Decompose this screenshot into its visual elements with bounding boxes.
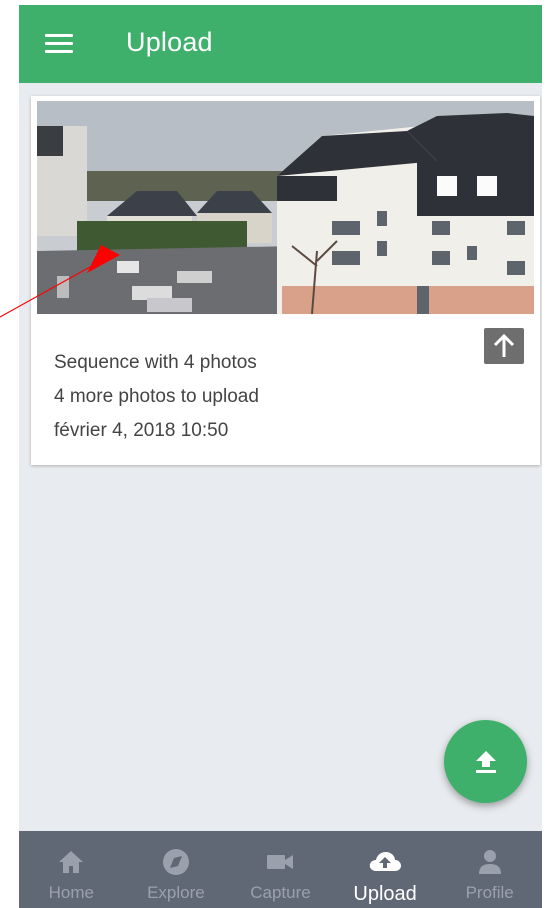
street-photo-image [37,101,534,314]
sequence-count-text: Sequence with 4 photos [54,352,257,373]
upload-all-fab[interactable] [444,720,527,803]
nav-label-upload: Upload [353,883,417,905]
home-icon [59,851,84,873]
app-screen: Upload Sequence with 4 photos 4 more pho… [19,5,542,908]
upload-icon [475,750,496,773]
arrow-up-icon [493,333,515,357]
person-icon [478,850,501,874]
hamburger-menu-icon[interactable] [45,34,73,54]
nav-label-home: Home [48,883,94,902]
nav-item-explore[interactable]: Explore [124,831,229,908]
sequence-date-text: février 4, 2018 10:50 [54,420,229,441]
top-app-bar: Upload [19,5,542,83]
video-camera-icon [267,855,294,869]
card-upload-button[interactable] [484,328,524,364]
nav-label-explore: Explore [147,883,205,902]
sequence-thumbnail[interactable] [37,101,534,314]
compass-icon [162,849,189,875]
nav-label-capture: Capture [250,883,311,902]
nav-item-profile[interactable]: Profile [437,831,542,908]
cloud-upload-icon [369,852,402,871]
remaining-photos-text: 4 more photos to upload [54,386,259,407]
sequence-info: Sequence with 4 photos 4 more photos to … [54,346,259,448]
nav-label-profile: Profile [465,883,514,902]
nav-item-upload[interactable]: Upload [333,831,438,908]
nav-item-capture[interactable]: Capture [228,831,333,908]
nav-item-home[interactable]: Home [19,831,124,908]
page-title: Upload [126,27,213,57]
bottom-navigation: Home Explore Capture Upload Profile [19,831,542,908]
sequence-card[interactable]: Sequence with 4 photos 4 more photos to … [31,96,540,465]
